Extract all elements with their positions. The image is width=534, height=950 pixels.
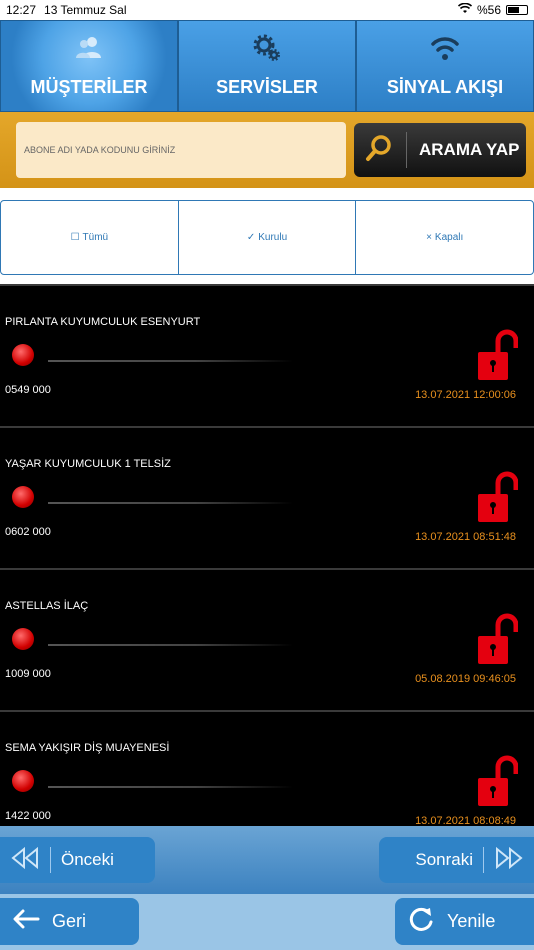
gear-icon bbox=[253, 34, 281, 67]
double-right-arrow-icon bbox=[494, 846, 524, 874]
subscriber-name: PIRLANTA KUYUMCULUK ESENYURT bbox=[5, 316, 201, 328]
filter-label: Tümü bbox=[82, 232, 109, 243]
subscriber-name: YAŞAR KUYUMCULUK 1 TELSİZ bbox=[5, 458, 171, 470]
search-input[interactable] bbox=[16, 122, 346, 178]
next-page-button[interactable]: Sonraki bbox=[379, 837, 534, 883]
last-signal-time: 13.07.2021 12:00:06 bbox=[415, 389, 516, 401]
magnifier-icon bbox=[364, 133, 394, 168]
filter-tumu[interactable]: ☐ Tümü bbox=[1, 201, 178, 274]
tab-label: SİNYAL AKIŞI bbox=[386, 77, 504, 97]
refresh-button[interactable]: Yenile bbox=[395, 898, 534, 945]
status-bar: 12:27 13 Temmuz Sal %56 bbox=[0, 0, 534, 20]
search-button[interactable]: ARAMA YAP bbox=[354, 123, 526, 177]
double-left-arrow-icon bbox=[10, 846, 40, 874]
back-button[interactable]: Geri bbox=[0, 898, 139, 945]
signal-track bbox=[48, 786, 293, 788]
pager-bar: Önceki Sonraki bbox=[0, 826, 534, 894]
last-signal-time: 13.07.2021 08:51:48 bbox=[415, 531, 516, 543]
tab-servisler[interactable]: SERVİSLER bbox=[178, 20, 356, 112]
filter-label: Kurulu bbox=[258, 232, 288, 243]
status-led-icon bbox=[12, 770, 34, 792]
refresh-label: Yenile bbox=[447, 911, 496, 931]
filter-kapali[interactable]: × Kapalı bbox=[355, 201, 533, 274]
status-led-icon bbox=[12, 486, 34, 508]
battery-icon bbox=[506, 5, 528, 15]
unlocked-padlock-icon bbox=[476, 754, 519, 808]
tab-label: MÜŞTERİLER bbox=[30, 77, 148, 97]
tab-label: SERVİSLER bbox=[216, 77, 318, 97]
refresh-icon bbox=[407, 905, 435, 938]
battery-percent: %56 bbox=[476, 3, 501, 17]
check-icon: ✓ bbox=[246, 232, 256, 243]
status-led-icon bbox=[12, 344, 34, 366]
subscriber-card[interactable]: SEMA YAKIŞIR DİŞ MUAYENESİ 1422 000 13.0… bbox=[0, 710, 534, 826]
filter-kurulu[interactable]: ✓ Kurulu bbox=[177, 201, 356, 274]
subscriber-name: ASTELLAS İLAÇ bbox=[5, 600, 89, 612]
status-led-icon bbox=[12, 628, 34, 650]
signal-track bbox=[48, 644, 293, 646]
tab-sinyal-akisi[interactable]: SİNYAL AKIŞI bbox=[356, 20, 534, 112]
pager-divider bbox=[50, 847, 51, 873]
search-bar: ARAMA YAP bbox=[0, 112, 534, 188]
main-tabs: MÜŞTERİLER SERVİSLER SİNYAL AKIŞI bbox=[0, 20, 534, 112]
subscriber-card[interactable]: ASTELLAS İLAÇ 1009 000 05.08.2019 09:46:… bbox=[0, 568, 534, 710]
subscriber-card[interactable]: PIRLANTA KUYUMCULUK ESENYURT 0549 000 13… bbox=[0, 284, 534, 426]
last-signal-time: 05.08.2019 09:46:05 bbox=[415, 673, 516, 685]
users-icon bbox=[75, 34, 103, 67]
subscriber-code: 0549 000 bbox=[5, 384, 51, 396]
subscriber-code: 1422 000 bbox=[5, 810, 51, 822]
previous-label: Önceki bbox=[61, 850, 114, 869]
next-label: Sonraki bbox=[415, 850, 473, 869]
signal-track bbox=[48, 502, 293, 504]
checkbox-icon: ☐ bbox=[70, 232, 80, 243]
status-date: 13 Temmuz Sal bbox=[44, 3, 127, 17]
unlocked-padlock-icon bbox=[476, 328, 519, 382]
back-label: Geri bbox=[52, 911, 87, 931]
subscriber-code: 0602 000 bbox=[5, 526, 51, 538]
unlocked-padlock-icon bbox=[476, 470, 519, 524]
status-time: 12:27 bbox=[6, 3, 37, 17]
filter-label: Kapalı bbox=[434, 232, 464, 243]
unlocked-padlock-icon bbox=[476, 612, 519, 666]
subscriber-list: PIRLANTA KUYUMCULUK ESENYURT 0549 000 13… bbox=[0, 284, 534, 826]
wifi-status-icon bbox=[457, 2, 473, 17]
filter-bar: ☐ Tümü ✓ Kurulu × Kapalı bbox=[0, 200, 534, 275]
x-icon: × bbox=[426, 232, 432, 243]
last-signal-time: 13.07.2021 08:08:49 bbox=[415, 815, 516, 826]
bottom-bar: Geri Yenile bbox=[0, 894, 534, 950]
search-button-label: ARAMA YAP bbox=[419, 140, 520, 159]
subscriber-card[interactable]: YAŞAR KUYUMCULUK 1 TELSİZ 0602 000 13.07… bbox=[0, 426, 534, 568]
subscriber-code: 1009 000 bbox=[5, 668, 51, 680]
pager-divider bbox=[483, 847, 484, 873]
wifi-icon bbox=[431, 34, 459, 67]
previous-page-button[interactable]: Önceki bbox=[0, 837, 155, 883]
subscriber-name: SEMA YAKIŞIR DİŞ MUAYENESİ bbox=[5, 742, 170, 754]
search-divider bbox=[406, 132, 407, 168]
signal-track bbox=[48, 360, 293, 362]
tab-musteriler[interactable]: MÜŞTERİLER bbox=[0, 20, 178, 112]
back-arrow-icon bbox=[12, 909, 40, 934]
